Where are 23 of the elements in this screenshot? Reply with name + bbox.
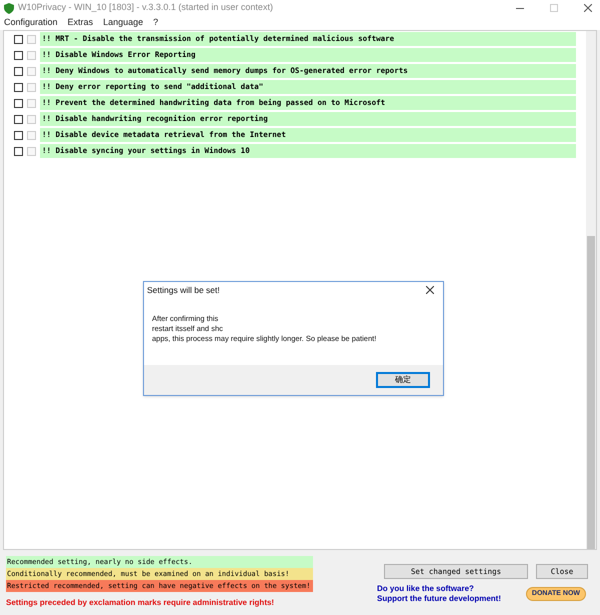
checkbox[interactable] [14,146,23,156]
checkbox[interactable] [14,50,23,60]
scrollbar[interactable] [586,31,596,549]
close-icon[interactable] [426,286,434,294]
window-title: W10Privacy - WIN_10 [1803] - v.3.3.0.1 (started in user context) [18,1,273,14]
checkbox[interactable] [14,34,23,44]
checkbox[interactable] [14,82,23,92]
ok-button[interactable]: 确定 [376,372,430,388]
close-icon[interactable] [584,4,592,12]
checkbox[interactable] [14,98,23,108]
checkbox[interactable] [14,130,23,140]
dialog-title: Settings will be set! [147,284,220,296]
checkbox[interactable] [14,66,23,76]
checkbox[interactable] [14,114,23,124]
support-text: Do you like the software? [377,584,475,594]
menu-item[interactable]: Configuration [4,16,58,30]
scrollbar-thumb[interactable] [587,236,595,549]
shield-icon [4,2,14,14]
admin-note: Settings preceded by exclamation marks require administrative rights! [6,597,276,609]
menu-item[interactable]: ? [153,16,158,30]
menu-item[interactable]: Extras [68,16,94,30]
menu-item[interactable]: Language [103,16,144,30]
support-text: Support the future development! [377,594,501,604]
